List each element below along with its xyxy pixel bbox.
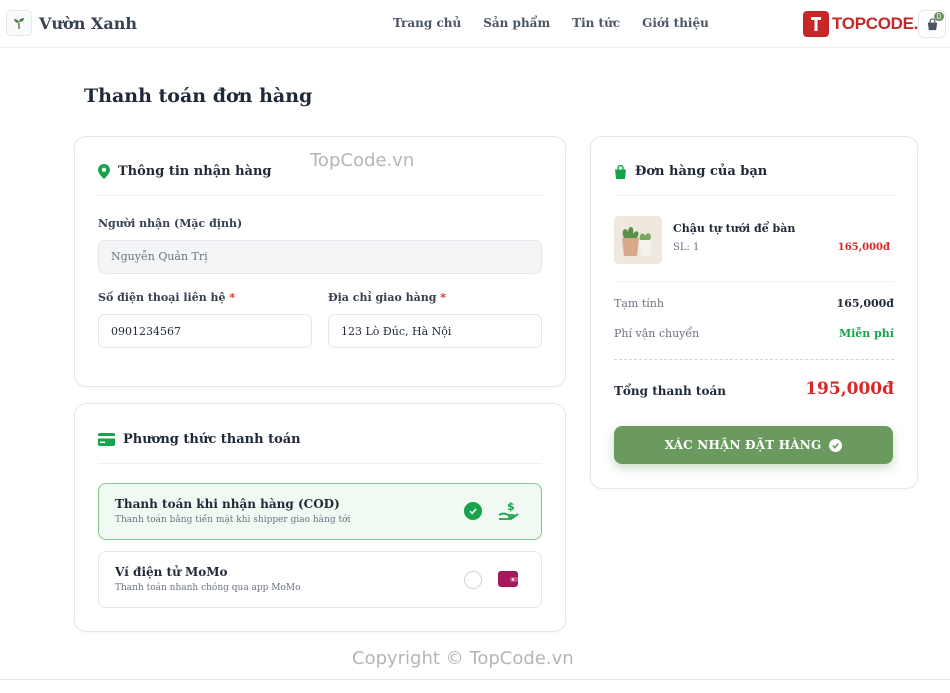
sprout-icon bbox=[6, 10, 32, 36]
total-label: Tổng thanh toán bbox=[614, 384, 726, 398]
payment-option-momo[interactable]: Ví điện tử MoMo Thanh toán nhanh chóng q… bbox=[98, 551, 542, 608]
svg-text:$: $ bbox=[507, 500, 515, 513]
confirm-order-label: XÁC NHẬN ĐẶT HÀNG bbox=[664, 438, 822, 452]
brand[interactable]: Vườn Xanh bbox=[6, 10, 137, 36]
product-name: Chậu tự tưới để bàn bbox=[673, 222, 796, 235]
dashed-divider bbox=[614, 359, 894, 360]
required-mark: * bbox=[440, 291, 447, 304]
recipient-label: Người nhận (Mặc định) bbox=[98, 217, 243, 230]
order-card-header: Đơn hàng của bạn bbox=[614, 164, 767, 179]
divider bbox=[614, 195, 894, 196]
cart-count-badge: 0 bbox=[933, 12, 944, 21]
phone-label-text: Số điện thoại liên hệ bbox=[98, 291, 226, 304]
required-mark: * bbox=[229, 291, 236, 304]
order-summary-card: Đơn hàng của bạn Chậu tự tưới để bàn SL:… bbox=[590, 136, 918, 489]
shipping-card-header: Thông tin nhận hàng bbox=[98, 164, 272, 179]
check-circle-icon bbox=[829, 438, 843, 452]
nav-about[interactable]: Giới thiệu bbox=[642, 16, 709, 30]
location-pin-icon bbox=[98, 164, 110, 179]
page-title: Thanh toán đơn hàng bbox=[84, 85, 313, 107]
divider bbox=[98, 195, 542, 196]
payment-option-desc: Thanh toán bằng tiền mặt khi shipper gia… bbox=[115, 515, 351, 525]
recipient-field: Nguyễn Quản Trị bbox=[98, 240, 542, 274]
shipping-fee-value: Miễn phí bbox=[838, 327, 894, 340]
cash-hand-icon: $ bbox=[498, 500, 520, 526]
watermark-copyright: Copyright © TopCode.vn bbox=[352, 648, 574, 669]
cart-button[interactable]: 0 bbox=[918, 10, 946, 38]
product-thumbnail bbox=[614, 216, 662, 264]
total-value: 195,000đ bbox=[805, 379, 894, 399]
brand-name: Vườn Xanh bbox=[39, 13, 137, 33]
footer-divider bbox=[0, 679, 950, 680]
nav-products[interactable]: Sản phẩm bbox=[483, 16, 550, 30]
shipping-card-title: Thông tin nhận hàng bbox=[118, 164, 272, 179]
divider bbox=[98, 463, 542, 464]
payment-method-card: Phương thức thanh toán Thanh toán khi nh… bbox=[74, 403, 566, 632]
divider bbox=[614, 281, 894, 282]
check-circle-icon[interactable] bbox=[464, 502, 482, 520]
address-label: Địa chỉ giao hàng * bbox=[328, 291, 446, 304]
product-price: 165,000đ bbox=[837, 242, 890, 253]
shipping-fee-label: Phí vận chuyển bbox=[614, 327, 700, 340]
subtotal-value: 165,000đ bbox=[836, 297, 894, 310]
address-label-text: Địa chỉ giao hàng bbox=[328, 291, 437, 304]
radio-empty-icon[interactable] bbox=[464, 571, 482, 589]
phone-input[interactable] bbox=[98, 314, 312, 348]
confirm-order-button[interactable]: XÁC NHẬN ĐẶT HÀNG bbox=[614, 426, 893, 464]
payment-card-header: Phương thức thanh toán bbox=[98, 432, 301, 447]
credit-card-icon bbox=[98, 433, 115, 446]
payment-option-name: Ví điện tử MoMo bbox=[115, 565, 228, 579]
shopping-bag-icon bbox=[615, 164, 626, 179]
watermark-top: TopCode.vn bbox=[310, 150, 415, 171]
payment-card-title: Phương thức thanh toán bbox=[123, 432, 301, 447]
main-nav: Trang chủ Sản phẩm Tin tức Giới thiệu bbox=[393, 16, 731, 30]
order-card-title: Đơn hàng của bạn bbox=[635, 164, 768, 179]
payment-option-cod[interactable]: Thanh toán khi nhận hàng (COD) Thanh toá… bbox=[98, 483, 542, 540]
nav-news[interactable]: Tin tức bbox=[572, 16, 620, 30]
subtotal-label: Tạm tính bbox=[614, 297, 664, 310]
wallet-icon bbox=[498, 570, 518, 592]
payment-option-name: Thanh toán khi nhận hàng (COD) bbox=[115, 497, 340, 511]
product-quantity: SL: 1 bbox=[673, 242, 700, 253]
top-navbar: Vườn Xanh Trang chủ Sản phẩm Tin tức Giớ… bbox=[0, 0, 950, 48]
nav-home[interactable]: Trang chủ bbox=[393, 16, 461, 30]
payment-option-desc: Thanh toán nhanh chóng qua app MoMo bbox=[115, 583, 301, 593]
address-input[interactable] bbox=[328, 314, 542, 348]
shipping-info-card: Thông tin nhận hàng Người nhận (Mặc định… bbox=[74, 136, 566, 387]
phone-label: Số điện thoại liên hệ * bbox=[98, 291, 235, 304]
topcode-badge-icon bbox=[803, 11, 829, 37]
